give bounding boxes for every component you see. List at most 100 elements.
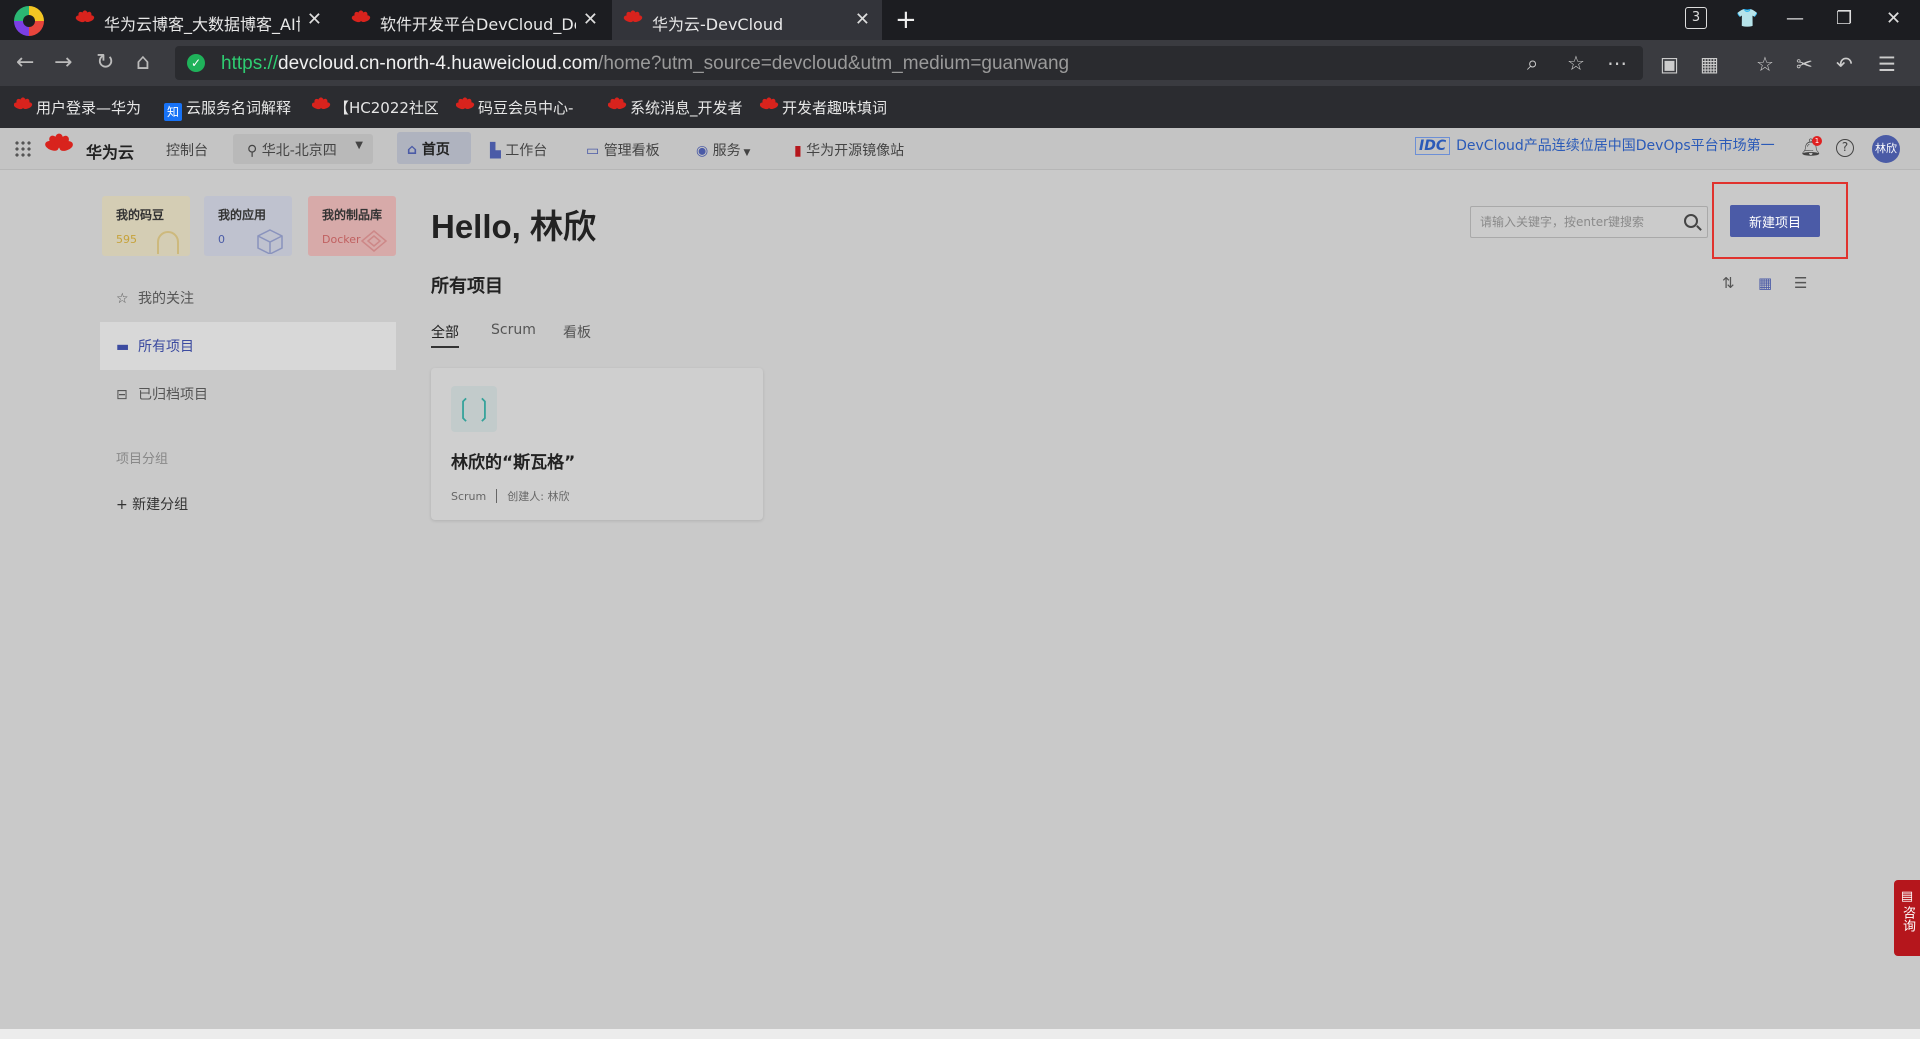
location-pin-icon: ⚲: [247, 143, 262, 159]
bookmark-item[interactable]: 【HC2022社区: [312, 97, 438, 118]
tab-kanban[interactable]: 看板: [563, 322, 591, 342]
consult-button[interactable]: ▤ 咨询: [1894, 880, 1920, 956]
search-input[interactable]: [1471, 207, 1677, 237]
back-icon[interactable]: ←: [16, 50, 34, 75]
stat-card-apps[interactable]: 我的应用 0: [204, 196, 292, 256]
address-bar[interactable]: ✓ https://devcloud.cn-north-4.huaweiclou…: [175, 46, 1643, 80]
zhihu-icon: 知: [164, 103, 182, 121]
region-select[interactable]: ⚲ 华北-北京四 ▼: [233, 134, 373, 164]
avatar[interactable]: 林欣: [1872, 135, 1900, 163]
tab-title: 华为云-DevCloud: [652, 15, 784, 34]
bookmark-item[interactable]: 用户登录—华为: [14, 97, 144, 118]
project-name[interactable]: 林欣的“斯瓦格”: [451, 448, 575, 473]
menu-icon[interactable]: ☰: [1878, 52, 1896, 76]
close-tab-icon[interactable]: ✕: [583, 9, 598, 30]
bookmark-item[interactable]: 开发者趣味填词: [760, 97, 890, 118]
project-group-title: 项目分组: [116, 452, 169, 467]
star-icon[interactable]: ☆: [1567, 51, 1585, 75]
more-icon[interactable]: ⋯: [1607, 51, 1627, 75]
bookmark-item[interactable]: 知云服务名词解释: [164, 97, 294, 121]
new-tab-icon[interactable]: +: [895, 5, 917, 35]
huawei-icon: [456, 97, 476, 115]
status-bar: [0, 1029, 1920, 1039]
bookmark-label: 码豆会员中心-: [478, 99, 574, 117]
undo-icon[interactable]: ↶: [1836, 52, 1853, 76]
apps-grid-icon[interactable]: [14, 140, 32, 158]
services-icon: ◉: [696, 143, 713, 159]
sidebar-item-archived[interactable]: ⊟ 已归档项目: [100, 370, 396, 418]
nav-dashboard[interactable]: ▭ 管理看板: [586, 140, 660, 160]
minimize-icon[interactable]: —: [1786, 8, 1804, 29]
bookmarks-bar: 用户登录—华为 知云服务名词解释 【HC2022社区 码豆会员中心- 系统消息_…: [0, 86, 1920, 128]
url-text[interactable]: https://devcloud.cn-north-4.huaweicloud.…: [221, 53, 1069, 75]
page-header: 华为云 控制台 ⚲ 华北-北京四 ▼ ⌂ 首页 ▙ 工作台 ▭ 管理看板 ◉ 服务…: [0, 128, 1920, 170]
reading-icon[interactable]: ▣: [1660, 52, 1679, 76]
grid-view-icon[interactable]: ▦: [1758, 274, 1772, 292]
skin-icon[interactable]: 👕: [1736, 8, 1758, 29]
nav-label: 服务: [712, 143, 741, 159]
huawei-icon: [14, 97, 34, 115]
home-icon[interactable]: ⌂: [136, 50, 150, 75]
stat-card-repo[interactable]: 我的制品库 Docker: [308, 196, 396, 256]
bookmark-item[interactable]: 码豆会员中心-: [456, 97, 588, 118]
reload-icon[interactable]: ↻: [96, 50, 114, 75]
browser-toolbar: ← → ↻ ⌂ ✓ https://devcloud.cn-north-4.hu…: [0, 40, 1920, 86]
mirror-icon: ▮: [794, 143, 807, 159]
project-card[interactable]: ❲❳ 林欣的“斯瓦格” Scrum 创建人: 林欣: [431, 368, 763, 520]
repo-deco-icon: [360, 230, 388, 252]
nav-workbench[interactable]: ▙ 工作台: [490, 140, 547, 160]
search-icon[interactable]: [1684, 214, 1698, 228]
nav-home[interactable]: ⌂ 首页: [397, 132, 471, 164]
project-icon: ❲❳: [451, 386, 497, 432]
console-link[interactable]: 控制台: [166, 140, 208, 160]
nav-services[interactable]: ◉ 服务 ▼: [696, 140, 750, 160]
apps-icon[interactable]: ▦: [1700, 52, 1719, 76]
favorites-icon[interactable]: ☆: [1756, 52, 1774, 76]
close-tab-icon[interactable]: ✕: [307, 9, 322, 30]
secure-shield-icon: ✓: [187, 54, 205, 72]
promo-banner[interactable]: IDC DevCloud产品连续位居中国DevOps平台市场第一: [1415, 135, 1785, 161]
project-creator: 创建人: 林欣: [507, 490, 570, 503]
browser-logo-icon[interactable]: [14, 6, 44, 36]
sidebar-item-followed[interactable]: ☆ 我的关注: [100, 274, 396, 322]
idc-badge: IDC: [1415, 137, 1451, 155]
close-tab-icon[interactable]: ✕: [855, 9, 870, 30]
sort-icon[interactable]: ⇅: [1722, 274, 1735, 292]
divider: [496, 489, 498, 503]
huawei-icon: [74, 10, 96, 28]
close-window-icon[interactable]: ✕: [1886, 8, 1901, 29]
stat-label: 我的码豆: [116, 208, 165, 222]
sidebar-item-label: 我的关注: [138, 291, 194, 307]
stat-card-beans[interactable]: 我的码豆 595: [102, 196, 190, 256]
huawei-icon: [760, 97, 780, 115]
nav-mirror[interactable]: ▮ 华为开源镜像站: [794, 140, 904, 160]
bean-deco-icon: [157, 231, 179, 254]
sidebar-item-label: 所有项目: [138, 339, 194, 355]
scissors-icon[interactable]: ✂: [1796, 52, 1813, 76]
bookmark-item[interactable]: 系统消息_开发者: [608, 97, 744, 118]
active-tab-underline: [431, 346, 459, 348]
sidebar-item-all-projects[interactable]: ▬ 所有项目: [100, 322, 396, 370]
help-icon[interactable]: ?: [1836, 139, 1854, 157]
archive-icon: ⊟: [116, 387, 128, 403]
brand-name[interactable]: 华为云: [86, 139, 134, 163]
huawei-logo-icon[interactable]: [43, 133, 75, 160]
tab-all[interactable]: 全部: [431, 322, 459, 342]
browser-tab-active[interactable]: 华为云-DevCloud ✕: [612, 0, 882, 40]
bookmark-label: 云服务名词解释: [186, 99, 292, 117]
chat-icon: ▤: [1900, 889, 1914, 904]
list-view-icon[interactable]: ☰: [1794, 274, 1807, 292]
browser-tab[interactable]: 华为云博客_大数据博客_AI博客 ✕: [64, 0, 334, 40]
nav-label: 工作台: [505, 143, 548, 159]
tab-scrum[interactable]: Scrum: [491, 322, 536, 338]
new-group-button[interactable]: + 新建分组: [116, 494, 188, 514]
bookmark-label: 系统消息_开发者: [630, 99, 743, 117]
restore-icon[interactable]: ❐: [1836, 8, 1852, 29]
sidebar-item-label: 已归档项目: [138, 387, 208, 403]
huawei-icon: [608, 97, 628, 115]
zoom-icon[interactable]: ⌕: [1527, 51, 1538, 75]
browser-tab[interactable]: 软件开发平台DevCloud_DevOps ✕: [340, 0, 610, 40]
tab-count-badge[interactable]: 3: [1685, 7, 1707, 29]
forward-icon[interactable]: →: [54, 50, 72, 75]
cube-deco-icon: [257, 229, 283, 254]
